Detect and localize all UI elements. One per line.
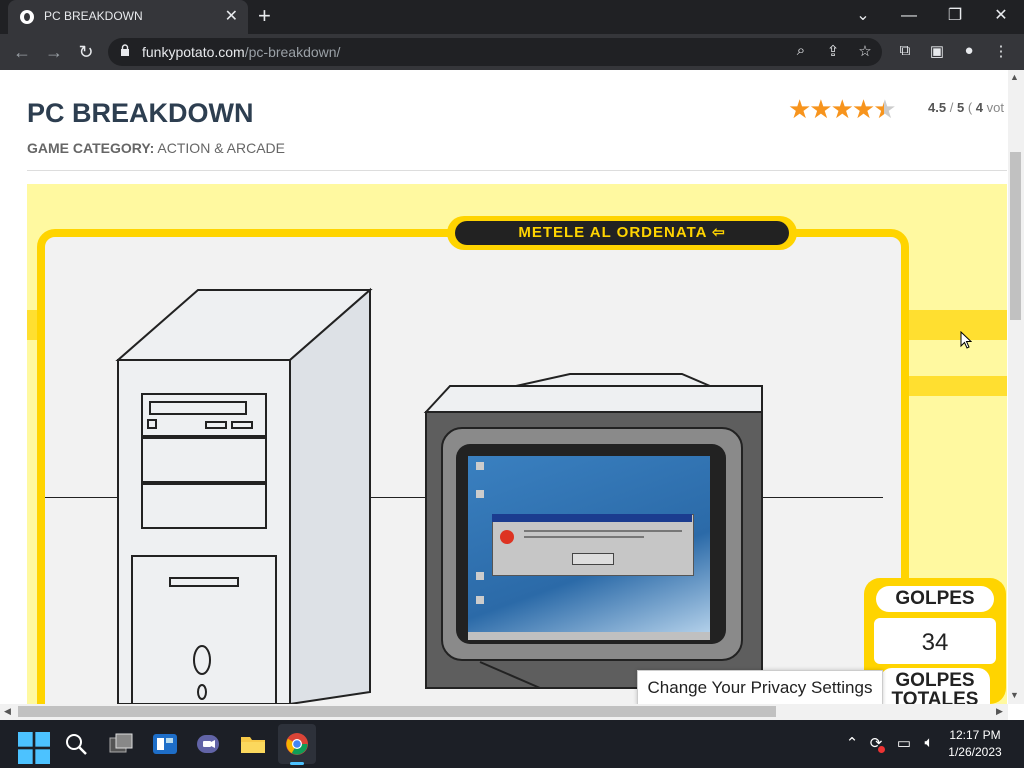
scroll-left-icon[interactable]: ◀ <box>4 706 11 717</box>
forward-button[interactable]: → <box>42 40 66 64</box>
background-stripe <box>27 310 37 340</box>
browser-tab[interactable]: PC BREAKDOWN ✕ <box>8 0 248 34</box>
page-title: PC BREAKDOWN <box>27 98 254 128</box>
active-app-indicator <box>290 762 304 765</box>
network-icon[interactable]: ▭ <box>893 734 915 752</box>
restore-button[interactable]: ❐ <box>932 4 978 28</box>
category-value[interactable]: ACTION & ARCADE <box>157 140 285 156</box>
new-tab-button[interactable]: + <box>258 4 271 28</box>
site-favicon-icon <box>20 10 34 24</box>
close-tab-icon[interactable]: ✕ <box>225 6 238 26</box>
back-arrow-icon: ⇦ <box>712 224 726 241</box>
minimize-button[interactable]: — <box>886 4 932 28</box>
clock[interactable]: 12:17 PM 1/26/2023 <box>940 727 1010 761</box>
scroll-down-icon[interactable]: ▼ <box>1010 690 1019 700</box>
divider <box>27 170 1007 171</box>
scroll-up-icon[interactable]: ▲ <box>1010 72 1019 82</box>
error-dialog[interactable] <box>492 514 694 576</box>
pc-tower[interactable] <box>110 282 380 704</box>
clock-time: 12:17 PM <box>949 728 1001 742</box>
game-category: GAME CATEGORY: ACTION & ARCADE <box>27 140 285 156</box>
half-star-icon[interactable]: ★ <box>873 94 896 124</box>
error-icon <box>500 530 514 544</box>
bookmark-star-icon[interactable]: ☆ <box>854 42 876 60</box>
extensions-icon[interactable]: ⧉ <box>894 42 916 59</box>
close-window-button[interactable]: ✕ <box>978 4 1024 28</box>
desktop-icon <box>476 490 484 498</box>
share-icon[interactable]: ⇪ <box>822 42 844 60</box>
vertical-scroll-thumb[interactable] <box>1010 152 1021 320</box>
windows-start-icon[interactable] <box>18 732 50 764</box>
error-dialog-titlebar <box>492 514 692 522</box>
error-text-line <box>524 536 644 538</box>
privacy-settings-button[interactable]: Change Your Privacy Settings <box>637 670 883 706</box>
volume-icon[interactable]: 🔈︎ <box>918 734 940 751</box>
mouse-cursor-icon <box>960 331 972 349</box>
menu-icon[interactable]: ⋮ <box>990 42 1012 60</box>
total-score-label: GOLPES TOTALES <box>880 668 990 704</box>
tab-search-icon[interactable]: ⌄ <box>840 4 886 28</box>
profile-icon[interactable]: ● <box>958 42 980 59</box>
desktop-icon <box>476 462 484 470</box>
task-view-icon[interactable] <box>108 732 134 756</box>
widgets-icon[interactable] <box>152 732 178 756</box>
clock-date: 1/26/2023 <box>948 745 1002 759</box>
search-icon[interactable] <box>64 732 88 756</box>
score-label: GOLPES <box>876 586 994 612</box>
error-text-line <box>524 530 682 532</box>
zoom-icon[interactable]: ⌕ <box>790 42 812 59</box>
lock-icon <box>121 44 129 56</box>
file-explorer-icon[interactable] <box>240 732 266 756</box>
category-label: GAME CATEGORY: <box>27 140 155 156</box>
notification-dot <box>878 746 885 753</box>
rating-stars[interactable]: ★★★★★ <box>788 94 897 125</box>
reload-button[interactable]: ↻ <box>74 40 98 64</box>
rating-text: 4.5 / 5 ( 4 vot <box>928 100 1004 115</box>
desktop-icon <box>476 596 484 604</box>
scroll-right-icon[interactable]: ▶ <box>996 706 1003 717</box>
address-bar[interactable]: funkypotato.com/pc-breakdown/ <box>108 38 882 66</box>
error-ok-button[interactable] <box>572 553 614 565</box>
tab-title: PC BREAKDOWN <box>44 9 143 23</box>
game-banner-text: METELE AL ORDENATA ⇦ <box>455 221 789 245</box>
teams-chat-icon[interactable] <box>196 732 222 756</box>
score-value: 34 <box>874 618 996 664</box>
desktop-icon <box>476 572 484 580</box>
horizontal-scroll-thumb[interactable] <box>18 706 776 717</box>
back-button[interactable]: ← <box>10 40 34 64</box>
side-panel-icon[interactable]: ▣ <box>926 42 948 60</box>
chrome-icon[interactable] <box>285 732 309 756</box>
show-hidden-icons-icon[interactable]: ⌃ <box>841 734 863 752</box>
mini-taskbar <box>468 632 710 640</box>
url-text: funkypotato.com/pc-breakdown/ <box>142 44 341 60</box>
